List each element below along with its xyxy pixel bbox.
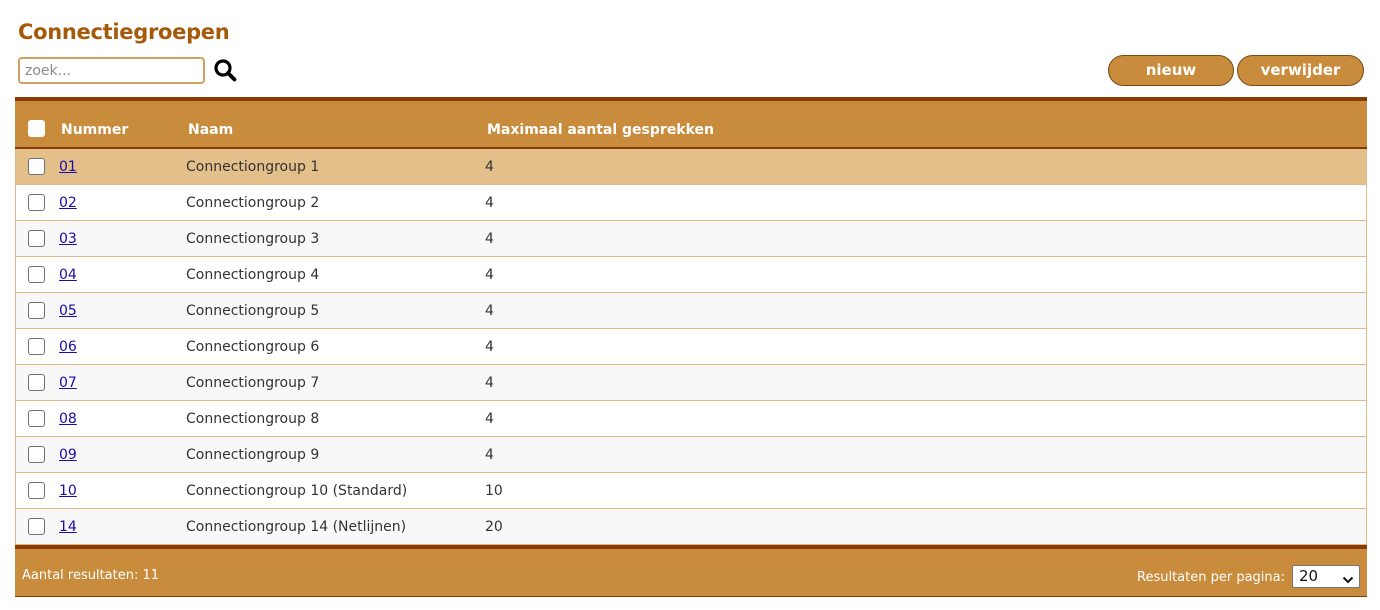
row-number-link[interactable]: 08 [59, 411, 77, 427]
row-checkbox[interactable] [28, 482, 45, 499]
row-max-calls: 4 [485, 303, 494, 319]
row-checkbox[interactable] [28, 158, 45, 175]
table-header: Nummer Naam Maximaal aantal gesprekken [15, 97, 1367, 149]
row-max-calls: 4 [485, 411, 494, 427]
row-max-calls: 4 [485, 231, 494, 247]
row-max-calls: 4 [485, 267, 494, 283]
per-page-select[interactable]: 20 [1292, 565, 1360, 588]
table-row[interactable]: 07 Connectiongroup 7 4 [16, 365, 1366, 401]
row-number-link[interactable]: 05 [59, 303, 77, 319]
table-body: 01 Connectiongroup 1 4 02 Connectiongrou… [15, 149, 1367, 545]
new-button[interactable]: nieuw [1108, 55, 1234, 86]
row-name: Connectiongroup 10 (Standard) [186, 483, 408, 499]
connection-groups-table: Nummer Naam Maximaal aantal gesprekken 0… [15, 97, 1367, 597]
row-number-link[interactable]: 09 [59, 447, 77, 463]
row-name: Connectiongroup 9 [186, 447, 320, 463]
row-name: Connectiongroup 14 (Netlijnen) [186, 519, 407, 535]
row-checkbox[interactable] [28, 194, 45, 211]
delete-button[interactable]: verwijder [1237, 55, 1364, 86]
row-name: Connectiongroup 8 [186, 411, 320, 427]
table-row[interactable]: 10 Connectiongroup 10 (Standard) 10 [16, 473, 1366, 509]
row-name: Connectiongroup 4 [186, 267, 320, 283]
row-name: Connectiongroup 1 [186, 159, 320, 175]
column-header-max-calls[interactable]: Maximaal aantal gesprekken [487, 122, 714, 138]
row-number-link[interactable]: 14 [59, 519, 77, 535]
row-number-link[interactable]: 02 [59, 195, 77, 211]
search-input[interactable] [18, 57, 205, 84]
per-page-label: Resultaten per pagina: [1137, 570, 1285, 585]
row-number-link[interactable]: 04 [59, 267, 77, 283]
select-all-checkbox[interactable] [28, 120, 45, 137]
row-checkbox[interactable] [28, 338, 45, 355]
row-name: Connectiongroup 5 [186, 303, 320, 319]
column-header-name[interactable]: Naam [188, 122, 233, 138]
search-icon [214, 59, 237, 82]
row-max-calls: 4 [485, 339, 494, 355]
result-count: Aantal resultaten: 11 [22, 568, 160, 583]
row-number-link[interactable]: 01 [59, 159, 77, 175]
row-max-calls: 4 [485, 375, 494, 391]
table-row[interactable]: 05 Connectiongroup 5 4 [16, 293, 1366, 329]
page-title: Connectiegroepen [18, 20, 230, 44]
table-row[interactable]: 14 Connectiongroup 14 (Netlijnen) 20 [16, 509, 1366, 545]
row-max-calls: 4 [485, 195, 494, 211]
row-checkbox[interactable] [28, 230, 45, 247]
row-checkbox[interactable] [28, 302, 45, 319]
table-row[interactable]: 09 Connectiongroup 9 4 [16, 437, 1366, 473]
row-max-calls: 4 [485, 447, 494, 463]
row-name: Connectiongroup 3 [186, 231, 320, 247]
row-max-calls: 4 [485, 159, 494, 175]
table-footer: Aantal resultaten: 11 Resultaten per pag… [15, 545, 1367, 597]
table-row[interactable]: 01 Connectiongroup 1 4 [16, 149, 1366, 185]
table-row[interactable]: 08 Connectiongroup 8 4 [16, 401, 1366, 437]
table-row[interactable]: 03 Connectiongroup 3 4 [16, 221, 1366, 257]
row-max-calls: 10 [485, 483, 503, 499]
row-checkbox[interactable] [28, 374, 45, 391]
row-checkbox[interactable] [28, 446, 45, 463]
row-name: Connectiongroup 2 [186, 195, 320, 211]
per-page-value: 20 [1299, 567, 1319, 585]
row-max-calls: 20 [485, 519, 503, 535]
row-number-link[interactable]: 10 [59, 483, 77, 499]
row-number-link[interactable]: 06 [59, 339, 77, 355]
table-row[interactable]: 02 Connectiongroup 2 4 [16, 185, 1366, 221]
column-header-number[interactable]: Nummer [61, 122, 128, 138]
row-number-link[interactable]: 07 [59, 375, 77, 391]
search-button[interactable] [213, 58, 237, 82]
row-checkbox[interactable] [28, 410, 45, 427]
chevron-down-icon [1342, 571, 1354, 589]
table-row[interactable]: 04 Connectiongroup 4 4 [16, 257, 1366, 293]
table-row[interactable]: 06 Connectiongroup 6 4 [16, 329, 1366, 365]
row-name: Connectiongroup 6 [186, 339, 320, 355]
row-checkbox[interactable] [28, 518, 45, 535]
row-number-link[interactable]: 03 [59, 231, 77, 247]
row-checkbox[interactable] [28, 266, 45, 283]
row-name: Connectiongroup 7 [186, 375, 320, 391]
